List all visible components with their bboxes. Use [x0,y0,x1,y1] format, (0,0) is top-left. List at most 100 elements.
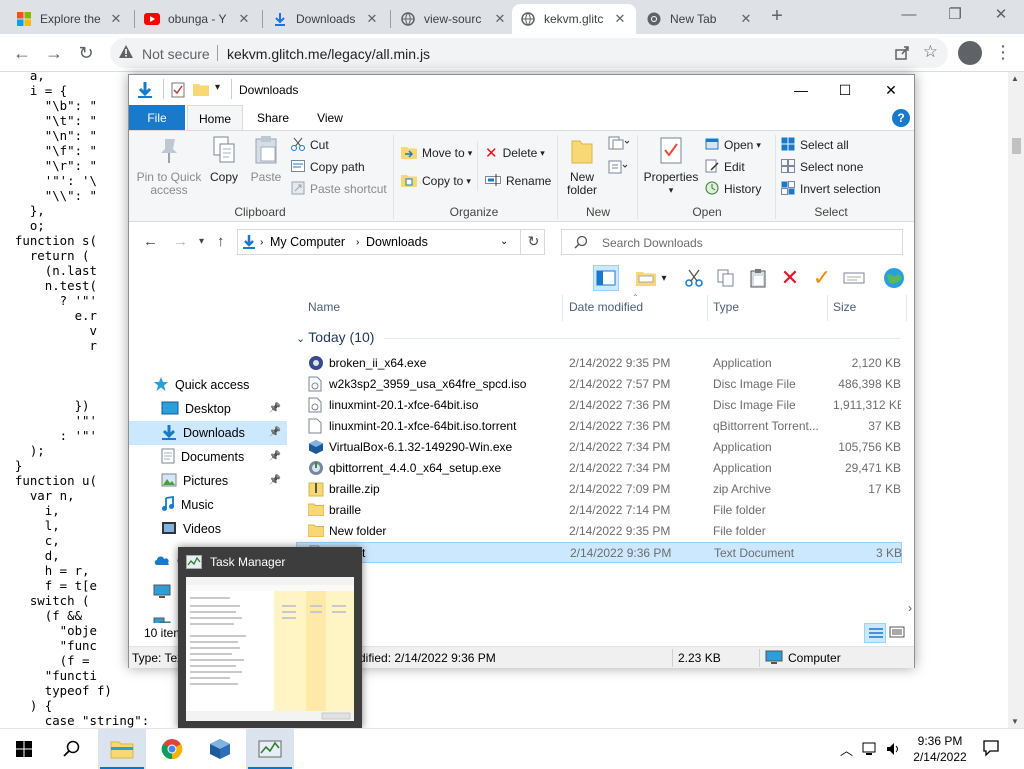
close-button[interactable]: ✕ [868,75,914,105]
task-manager-thumbnail[interactable]: Task Manager [178,547,362,728]
breadcrumb-item[interactable]: My Computer [270,235,345,249]
properties-button[interactable]: Properties ▾ [643,135,699,197]
close-icon[interactable]: ✕ [612,11,628,27]
taskbar-file-explorer[interactable] [98,729,146,769]
close-icon[interactable]: ✕ [492,11,508,27]
file-row[interactable]: w2k3sp2_3959_usa_x64fre_spcd.iso 2/14/202… [296,374,902,395]
open-button[interactable]: Open ▾ [705,135,761,155]
tab-share[interactable]: Share [247,105,299,131]
browser-tab-view-source[interactable]: view-sourc ✕ [392,4,516,34]
scroll-right-icon[interactable]: › [908,601,912,615]
browser-close-button[interactable]: ✕ [978,0,1024,32]
file-row[interactable]: New folder 2/14/2022 9:35 PM File folder [296,521,902,542]
recent-locations-dropdown-icon[interactable]: ▾ [199,236,204,247]
file-row[interactable]: qbittorrent_4.4.0_x64_setup.exe 2/14/2022… [296,458,902,479]
refresh-icon[interactable]: ↻ [520,229,546,255]
pin-icon[interactable]: 📌 [269,403,281,414]
tray-expand-icon[interactable]: ︿ [840,740,853,759]
column-header-name[interactable]: Name [308,300,340,314]
forward-arrow-icon[interactable]: → [173,233,188,250]
warning-icon[interactable] [118,44,134,63]
delete-x-icon[interactable]: ✕ [777,265,803,291]
file-row[interactable]: braille.zip 2/14/2022 7:09 PM zip Archive 1… [296,479,902,500]
sidebar-item-videos[interactable]: Videos [129,517,287,541]
folder-icon[interactable] [193,82,209,99]
select-all-button[interactable]: Select all [781,135,849,155]
forward-arrow-icon[interactable]: → [42,41,66,65]
notifications-icon[interactable] [982,739,1000,760]
globe-icon[interactable] [881,265,907,291]
copy-button[interactable]: Copy [205,135,243,184]
browser-restore-button[interactable]: ❐ [932,0,978,32]
maximize-button[interactable]: ☐ [822,75,868,105]
sidebar-item-music[interactable]: Music [129,493,287,517]
new-folder-button[interactable]: New folder [563,135,601,197]
history-button[interactable]: History [705,179,761,199]
copy-icon[interactable] [713,265,739,291]
browser-tab-downloads[interactable]: Downloads ✕ [264,4,388,34]
sidebar-item-downloads[interactable]: Downloads 📌 [129,421,287,445]
sidebar-item-documents[interactable]: Documents 📌 [129,445,287,469]
scissors-icon[interactable] [681,265,707,291]
checkmark-icon[interactable]: ✓ [809,265,835,291]
close-icon[interactable]: ✕ [364,11,380,27]
menu-dots-icon[interactable]: ⋮ [994,42,1012,63]
chevron-right-icon[interactable]: › [356,237,359,248]
sidebar-item-quick-access[interactable]: Quick access [129,373,287,397]
taskbar-task-manager[interactable] [246,729,294,769]
scrollbar-thumb[interactable] [1012,138,1021,154]
address-bar[interactable]: Not secure kekvm.glitch.me/legacy/all.mi… [110,38,948,68]
paste-shortcut-button[interactable]: Paste shortcut [291,179,387,199]
browser-minimize-button[interactable]: — [886,0,932,32]
invert-selection-button[interactable]: Invert selection [781,179,881,199]
paste-icon[interactable] [745,265,771,291]
details-view-icon[interactable] [864,623,886,643]
chevron-down-icon[interactable]: ▾ [657,265,671,291]
move-to-button[interactable]: Move to ▾ [401,143,472,163]
sidebar-item-desktop[interactable]: Desktop 📌 [129,397,287,421]
column-divider[interactable] [707,295,708,321]
taskbar-clock[interactable]: 9:36 PM 2/14/2022 [910,733,970,765]
browser-tab-youtube[interactable]: obunga - Y ✕ [136,4,260,34]
browser-tab-new-tab[interactable]: New Tab ✕ [638,4,762,34]
group-header[interactable]: ⌄ Today (10) [296,329,374,345]
browser-tab-explore[interactable]: Explore the ✕ [8,4,132,34]
scroll-down-icon[interactable]: ▼ [1011,717,1019,726]
file-row[interactable]: VirtualBox-6.1.32-149290-Win.exe 2/14/202… [296,437,902,458]
share-icon[interactable] [894,44,910,63]
scroll-up-icon[interactable]: ▲ [1011,74,1019,83]
minimize-button[interactable]: — [778,75,824,105]
properties-check-icon[interactable] [171,82,185,101]
profile-avatar-icon[interactable] [958,41,982,65]
page-scrollbar[interactable]: ▲ ▼ [1008,72,1024,728]
search-button[interactable] [48,729,96,769]
file-row[interactable]: broken_ii_x64.exe 2/14/2022 9:35 PM Applic… [296,353,902,374]
up-arrow-icon[interactable]: ↑ [217,233,225,250]
select-none-button[interactable]: Select none [781,157,863,177]
column-header-type[interactable]: Type [713,300,739,314]
taskbar-virtualbox[interactable] [196,729,244,769]
pin-icon[interactable]: 📌 [269,475,281,486]
pin-icon[interactable]: 📌 [269,427,281,438]
start-button[interactable] [0,729,48,769]
new-tab-button[interactable]: + [766,6,788,28]
chevron-right-icon[interactable]: › [260,237,263,248]
pin-to-quick-access-button[interactable]: Pin to Quick access [135,135,203,197]
security-label[interactable]: Not secure [142,46,210,62]
explorer-title-bar[interactable]: ▾ Downloads — ☐ ✕ [129,75,914,105]
paste-button[interactable]: Paste [247,135,285,184]
new-item-icon[interactable] [607,135,630,154]
edit-button[interactable]: Edit [705,157,745,177]
back-arrow-icon[interactable]: ← [143,233,158,250]
column-header-date-modified[interactable]: Date modified [569,300,643,314]
explorer-breadcrumb[interactable]: › My Computer › Downloads ⌄ [237,229,545,255]
volume-icon[interactable] [886,741,902,760]
column-divider[interactable] [827,295,828,321]
file-row[interactable]: braille 2/14/2022 7:14 PM File folder [296,500,902,521]
file-row[interactable]: test.txt 2/14/2022 9:36 PM Text Document 3 … [296,542,902,563]
taskbar-chrome[interactable] [148,729,196,769]
breadcrumb-item[interactable]: Downloads [366,235,428,249]
network-icon[interactable] [862,741,878,760]
sidebar-item-pictures[interactable]: Pictures 📌 [129,469,287,493]
close-icon[interactable]: ✕ [738,11,754,27]
